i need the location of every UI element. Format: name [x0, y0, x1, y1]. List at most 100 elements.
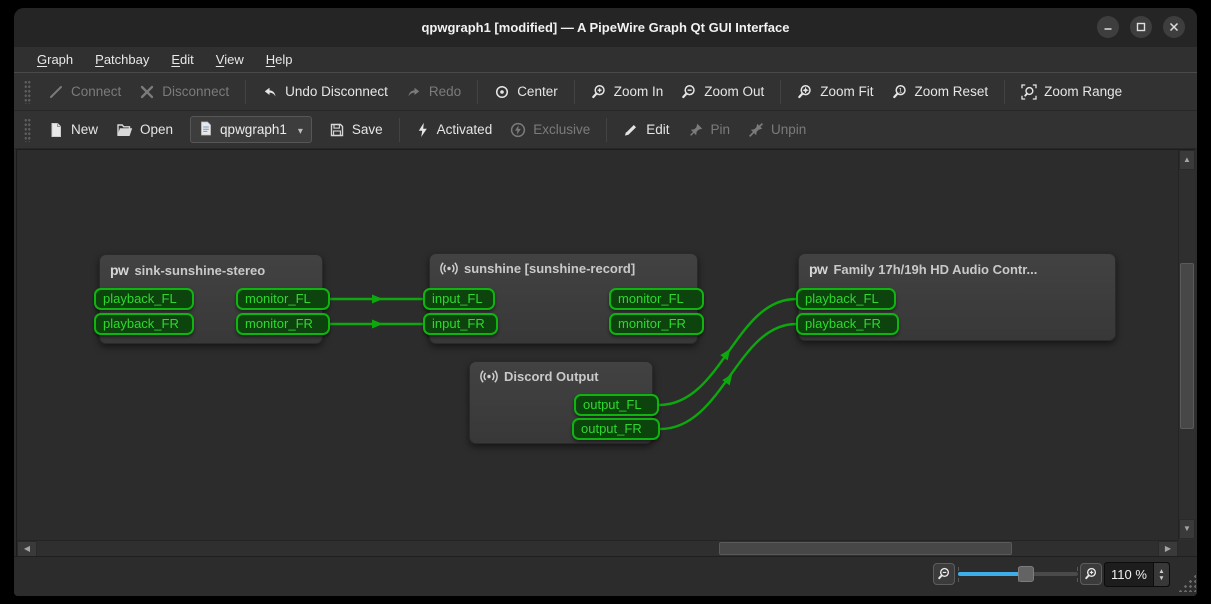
- disconnect-icon: [139, 84, 155, 100]
- spin-down-icon[interactable]: ▼: [1158, 575, 1164, 582]
- edit-button[interactable]: Edit: [614, 117, 678, 143]
- slider-tick: [958, 567, 959, 571]
- maximize-icon: [1136, 22, 1146, 32]
- titlebar[interactable]: qpwgraph1 [modified] — A PipeWire Graph …: [14, 8, 1197, 47]
- port-input_FL[interactable]: input_FL: [423, 288, 495, 310]
- redo-button[interactable]: Redo: [397, 79, 470, 105]
- vertical-scrollbar[interactable]: [1178, 150, 1195, 540]
- port-monitor_FR[interactable]: monitor_FR: [609, 313, 704, 335]
- new-file-icon: [48, 122, 64, 138]
- toolbar-drag-handle[interactable]: [24, 79, 31, 104]
- horizontal-scroll-thumb[interactable]: [719, 542, 1012, 555]
- menu-view[interactable]: View: [205, 47, 255, 72]
- zoom-out-button[interactable]: Zoom Out: [672, 79, 773, 105]
- port-input_FR[interactable]: input_FR: [423, 313, 498, 335]
- scroll-left-button[interactable]: [17, 541, 37, 557]
- save-button[interactable]: Save: [320, 117, 392, 143]
- app-window: qpwgraph1 [modified] — A PipeWire Graph …: [14, 8, 1197, 596]
- pipewire-icon: [110, 262, 128, 278]
- connections-layer: [330, 294, 797, 431]
- window-resize-grip[interactable]: [1178, 574, 1196, 592]
- port-output_FR[interactable]: output_FR: [572, 418, 660, 440]
- activated-label: Activated: [436, 122, 493, 137]
- new-button[interactable]: New: [39, 117, 107, 143]
- open-button[interactable]: Open: [107, 117, 182, 143]
- port-monitor_FL[interactable]: monitor_FL: [609, 288, 704, 310]
- svg-text:1: 1: [898, 86, 902, 94]
- zoom-in-button[interactable]: Zoom In: [582, 79, 673, 105]
- port-monitor_FR[interactable]: monitor_FR: [236, 313, 330, 335]
- toolbar-file: New Open qpwgraph1 Save Act: [14, 111, 1197, 149]
- node-title: Family 17h/19h HD Audio Contr...: [833, 261, 1038, 277]
- exclusive-button[interactable]: Exclusive: [501, 117, 599, 143]
- wire-arrow: [720, 348, 731, 361]
- statusbar-zoom-in-button[interactable]: [1080, 563, 1102, 585]
- undo-button[interactable]: Undo Disconnect: [253, 79, 397, 105]
- menubar: Graph Patchbay Edit View Help: [14, 47, 1197, 73]
- zoom-range-label: Zoom Range: [1044, 84, 1123, 99]
- zoom-fit-label: Zoom Fit: [820, 84, 874, 99]
- close-button[interactable]: [1163, 16, 1185, 38]
- connect-icon: [48, 84, 64, 100]
- unpin-label: Unpin: [771, 122, 807, 137]
- minimize-button[interactable]: [1097, 16, 1119, 38]
- undo-label: Undo Disconnect: [285, 84, 388, 99]
- toolbar-drag-handle[interactable]: [24, 117, 31, 142]
- patchbay-file-icon: [199, 121, 213, 139]
- menu-patchbay[interactable]: Patchbay: [84, 47, 160, 72]
- center-button[interactable]: Center: [485, 79, 567, 105]
- open-label: Open: [140, 122, 174, 137]
- zoom-slider-handle[interactable]: [1018, 566, 1034, 582]
- arrow-up-icon: [1183, 156, 1191, 164]
- vertical-scroll-thumb[interactable]: [1180, 263, 1194, 429]
- scroll-up-button[interactable]: [1179, 150, 1195, 170]
- zoom-percent-value: 110 %: [1111, 567, 1147, 582]
- zoom-reset-button[interactable]: 1 Zoom Reset: [883, 79, 998, 105]
- zoom-range-button[interactable]: Zoom Range: [1012, 79, 1131, 105]
- minimize-icon: [1104, 28, 1112, 30]
- patchbay-select[interactable]: qpwgraph1: [190, 116, 312, 143]
- wire-arrow: [372, 319, 383, 329]
- activated-button[interactable]: Activated: [407, 117, 502, 143]
- pin-button[interactable]: Pin: [679, 117, 740, 143]
- zoom-out-icon: [938, 567, 950, 580]
- zoom-reset-label: Zoom Reset: [914, 84, 989, 99]
- zoom-fit-button[interactable]: Zoom Fit: [788, 79, 882, 105]
- port-monitor_FL[interactable]: monitor_FL: [236, 288, 330, 310]
- exclusive-label: Exclusive: [533, 122, 591, 137]
- port-output_FL[interactable]: output_FL: [574, 394, 659, 416]
- scroll-right-button[interactable]: [1158, 541, 1178, 557]
- spin-up-icon[interactable]: ▲: [1158, 568, 1164, 575]
- menu-help[interactable]: Help: [255, 47, 304, 72]
- zoom-fit-icon: [797, 84, 813, 100]
- port-playback_FL[interactable]: playback_FL: [796, 288, 896, 310]
- unpin-button[interactable]: Unpin: [739, 117, 815, 143]
- wire-arrow: [372, 294, 383, 304]
- open-folder-icon: [116, 122, 133, 138]
- maximize-button[interactable]: [1130, 16, 1152, 38]
- port-playback_FR[interactable]: playback_FR: [94, 313, 194, 335]
- port-playback_FR[interactable]: playback_FR: [796, 313, 899, 335]
- edit-pencil-icon: [623, 122, 639, 138]
- broadcast-icon: [480, 369, 498, 384]
- graph-canvas[interactable]: sink-sunshine-stereo sunshine [sunshine-…: [16, 149, 1195, 557]
- connect-button[interactable]: Connect: [39, 79, 130, 105]
- window-controls: [1097, 16, 1185, 38]
- pin-icon: [688, 122, 704, 138]
- horizontal-scrollbar[interactable]: [17, 540, 1178, 557]
- statusbar-zoom-out-button[interactable]: [933, 563, 955, 585]
- port-playback_FL[interactable]: playback_FL: [94, 288, 194, 310]
- menu-edit[interactable]: Edit: [160, 47, 204, 72]
- disconnect-button[interactable]: Disconnect: [130, 79, 238, 105]
- zoom-out-label: Zoom Out: [704, 84, 765, 99]
- spinbox-buttons[interactable]: ▲ ▼: [1153, 563, 1169, 586]
- exclusive-bolt-icon: [510, 122, 526, 138]
- disconnect-label: Disconnect: [162, 84, 230, 99]
- redo-icon: [406, 84, 422, 100]
- window-title: qpwgraph1 [modified] — A PipeWire Graph …: [421, 20, 790, 35]
- menu-graph[interactable]: Graph: [26, 47, 84, 72]
- scroll-down-button[interactable]: [1179, 519, 1195, 539]
- zoom-percent-spinbox[interactable]: 110 % ▲ ▼: [1104, 562, 1170, 587]
- toolbar-separator: [573, 79, 575, 104]
- toolbar-separator: [398, 117, 400, 142]
